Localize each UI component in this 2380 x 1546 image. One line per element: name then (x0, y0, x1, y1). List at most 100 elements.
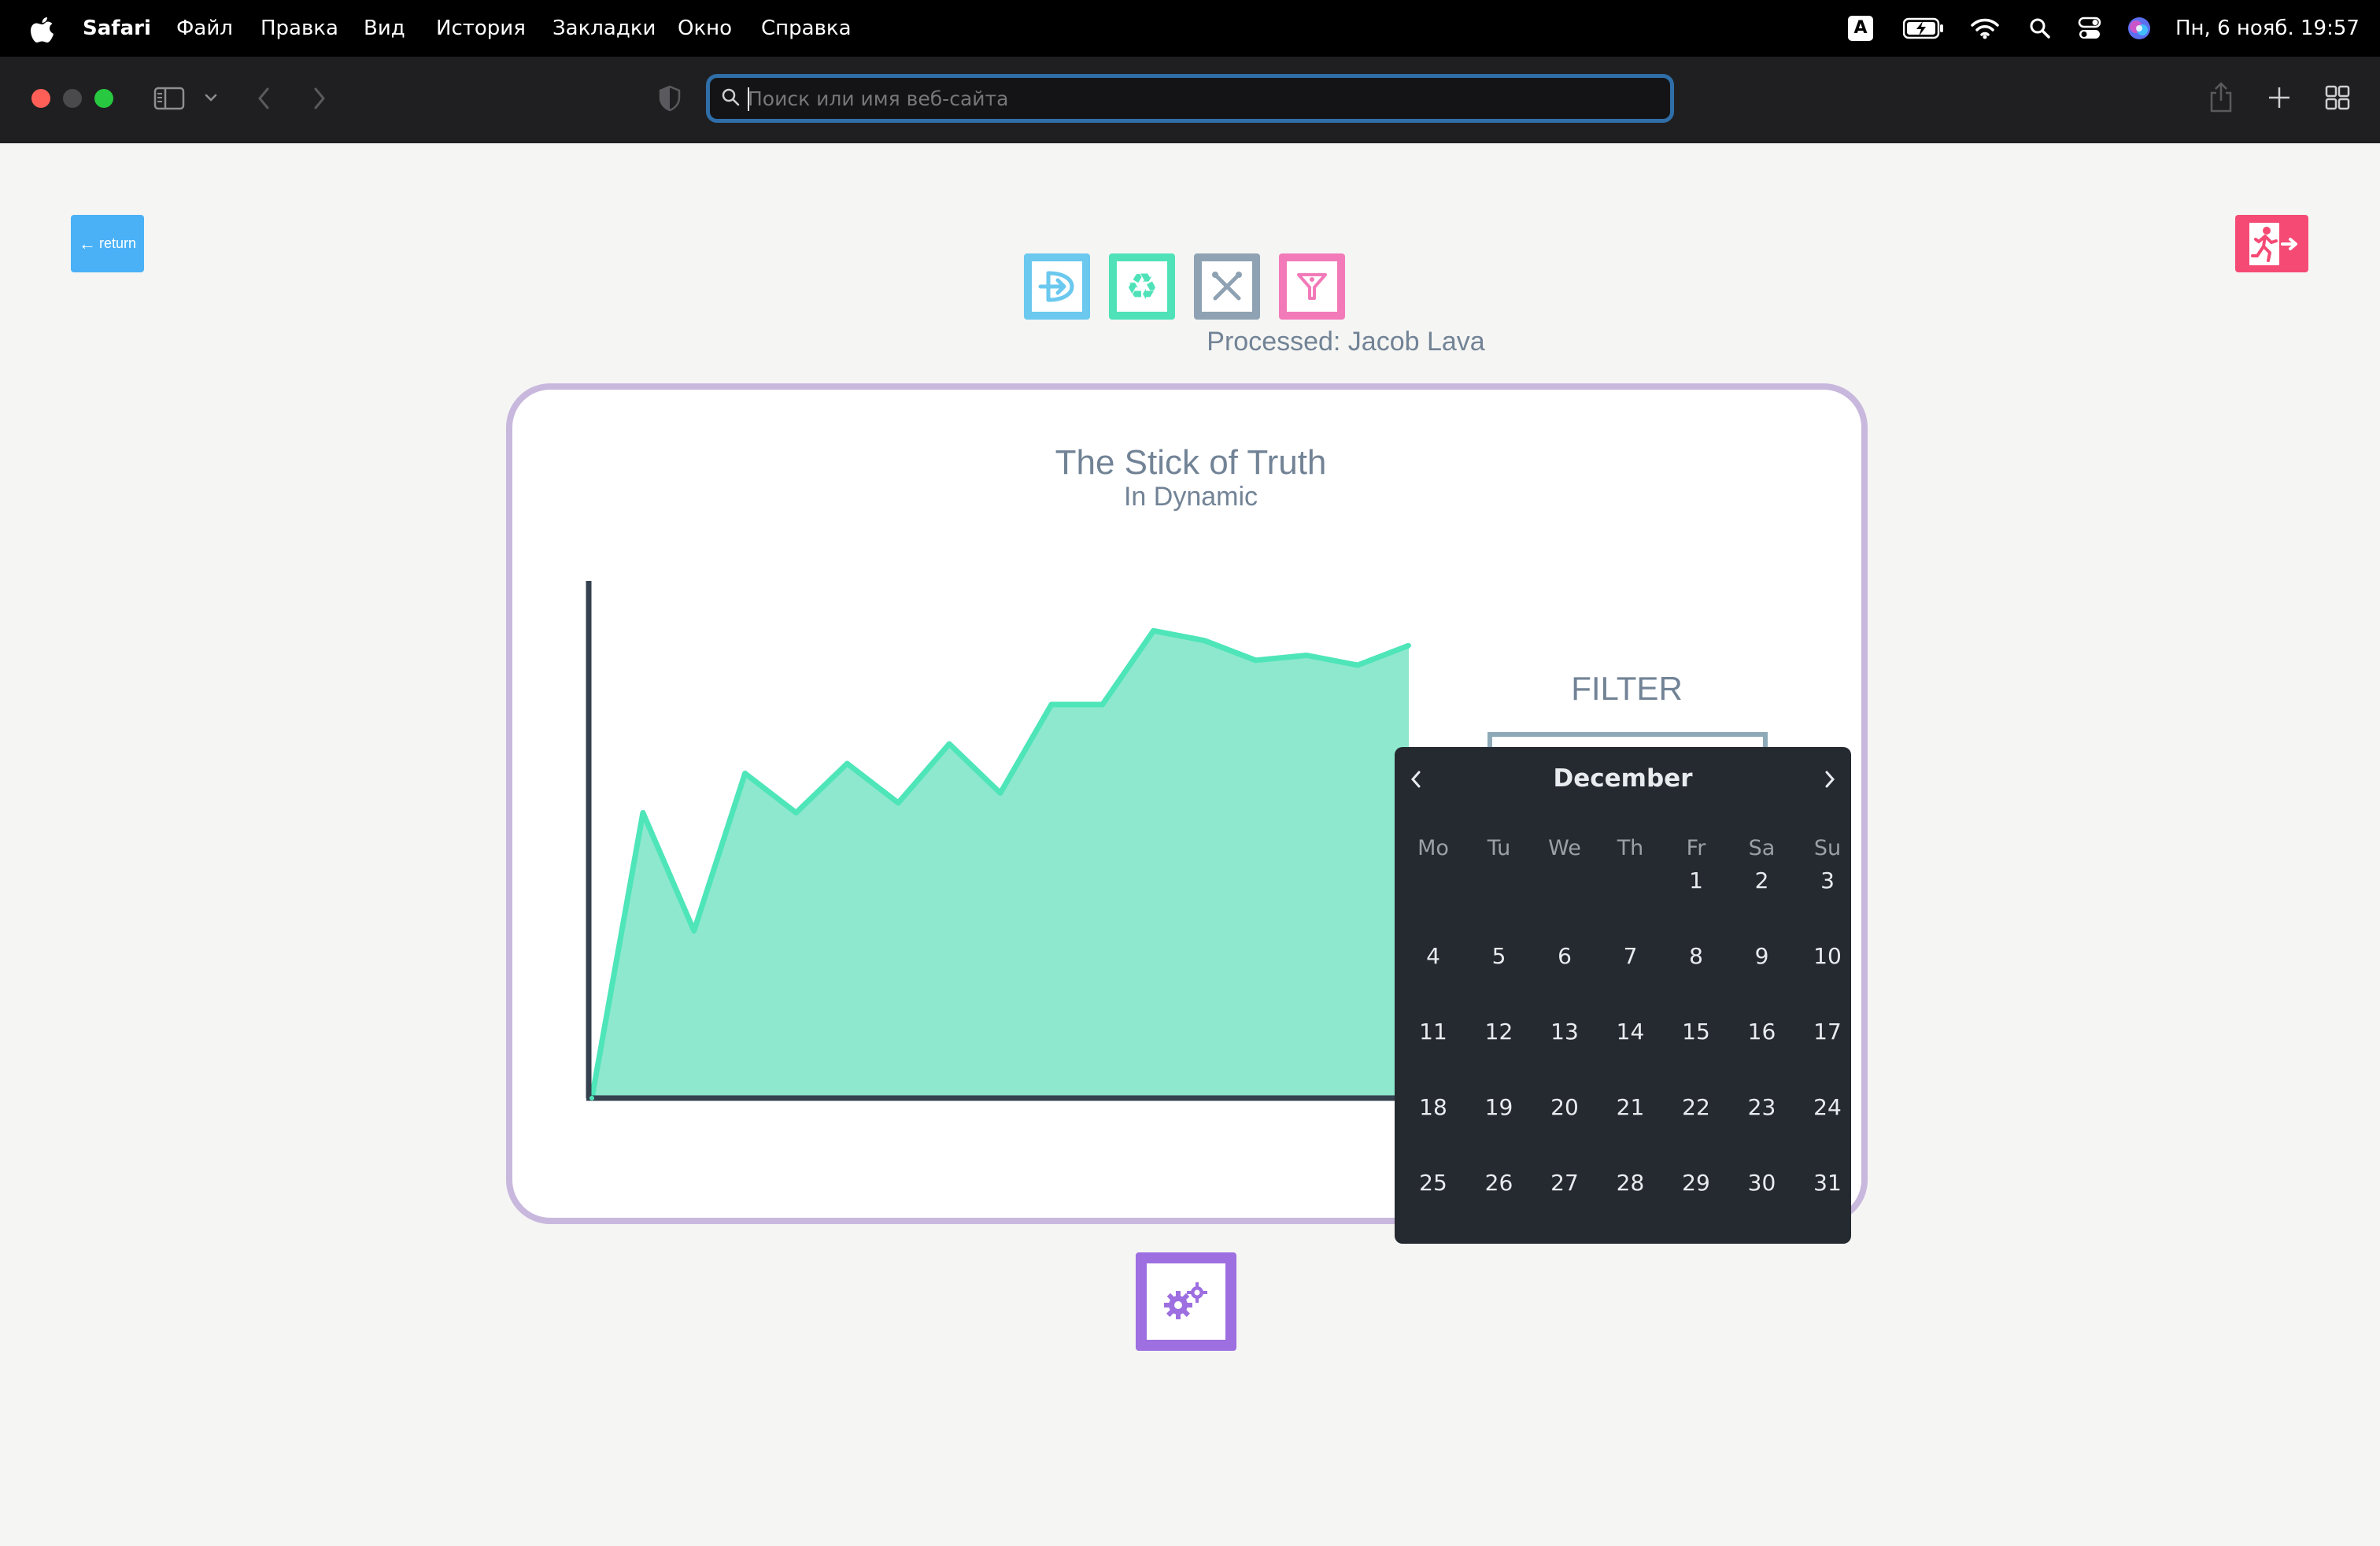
menu-app-safari[interactable]: Safari (83, 0, 151, 57)
chart-title: The Stick of Truth (1055, 443, 1327, 482)
control-center-icon[interactable] (2078, 16, 2101, 41)
chart-data-point (691, 928, 697, 934)
weekday-header: We (1548, 836, 1581, 860)
chart-data-point (589, 1096, 594, 1100)
calendar-day[interactable]: 14 (1599, 1008, 1662, 1056)
tab-overview-icon[interactable] (2325, 85, 2350, 110)
calendar-day[interactable]: 3 (1796, 857, 1859, 904)
share-icon[interactable] (2208, 82, 2234, 113)
calendar-day[interactable]: 26 (1468, 1160, 1531, 1207)
calendar-day[interactable]: 11 (1402, 1008, 1465, 1056)
calendar-day[interactable]: 6 (1533, 933, 1596, 980)
new-tab-icon[interactable] (2267, 85, 2292, 110)
menu-file[interactable]: Файл (176, 0, 233, 57)
chart-data-point (947, 742, 952, 746)
calendar-day[interactable]: 19 (1468, 1084, 1531, 1131)
window-close-button[interactable] (31, 89, 50, 108)
chart-data-point (742, 771, 748, 776)
next-month-icon[interactable] (1818, 767, 1842, 791)
chart-data-point (1048, 702, 1054, 707)
apple-logo-icon[interactable] (30, 13, 55, 44)
spotlight-search-icon[interactable] (2029, 17, 2051, 39)
chart-data-point (1304, 653, 1310, 658)
sidebar-toggle-icon[interactable] (153, 87, 185, 110)
calendar-day[interactable]: 10 (1796, 933, 1859, 980)
cross-tools-icon (1212, 272, 1242, 301)
weekday-header: Tu (1487, 836, 1511, 860)
filter-label: FILTER (1571, 670, 1683, 707)
calendar-day[interactable]: 15 (1665, 1008, 1728, 1056)
address-input[interactable] (748, 78, 1653, 119)
search-icon (722, 88, 740, 106)
back-icon[interactable] (253, 85, 274, 112)
tool-button-cut[interactable] (1194, 253, 1260, 320)
tool-button-filter[interactable] (1279, 253, 1345, 320)
calendar-day[interactable]: 31 (1796, 1160, 1859, 1207)
calendar-day[interactable]: 2 (1731, 857, 1794, 904)
chart-data-point (1202, 638, 1207, 643)
battery-icon[interactable] (1903, 17, 1944, 39)
menu-bookmarks[interactable]: Закладки (552, 0, 656, 57)
calendar-day[interactable]: 30 (1731, 1160, 1794, 1207)
calendar-day[interactable]: 1 (1665, 857, 1728, 904)
chart-data-point (640, 810, 645, 816)
menu-edit[interactable]: Правка (261, 0, 338, 57)
chart-subtitle: In Dynamic (1123, 482, 1258, 512)
import-arrow-icon (1038, 271, 1074, 302)
wifi-icon[interactable] (1971, 17, 1999, 39)
privacy-shield-icon[interactable] (658, 85, 682, 112)
chart-data-point (793, 810, 799, 816)
gears-icon (1164, 1282, 1207, 1319)
calendar-day[interactable]: 4 (1402, 933, 1465, 980)
calendar-day[interactable]: 12 (1468, 1008, 1531, 1056)
window-zoom-button[interactable] (94, 89, 113, 108)
processed-by-text: Processed: Jacob Lava (1207, 327, 1485, 357)
siri-icon[interactable] (2127, 16, 2152, 41)
previous-month-icon[interactable] (1404, 767, 1428, 791)
return-button[interactable]: ← return (71, 215, 144, 272)
menu-help[interactable]: Справка (761, 0, 852, 57)
chart-data-point (1406, 643, 1411, 648)
text-caret (748, 87, 749, 111)
chart-data-point (896, 801, 901, 805)
calendar-day[interactable]: 23 (1731, 1084, 1794, 1131)
calendar-day[interactable]: 20 (1533, 1084, 1596, 1131)
chevron-down-icon[interactable] (203, 91, 219, 104)
calendar-day[interactable]: 13 (1533, 1008, 1596, 1056)
calendar-day[interactable]: 16 (1731, 1008, 1794, 1056)
calendar-day[interactable]: 9 (1731, 933, 1794, 980)
weekday-header: Mo (1417, 836, 1449, 860)
menu-window[interactable]: Окно (678, 0, 732, 57)
calendar-day[interactable]: 29 (1665, 1160, 1728, 1207)
settings-button[interactable] (1136, 1252, 1236, 1351)
area-chart (586, 581, 1417, 1101)
calendar-day[interactable]: 24 (1796, 1084, 1859, 1131)
emergency-exit-icon (2249, 223, 2297, 265)
calendar-day[interactable]: 27 (1533, 1160, 1596, 1207)
arrow-left-icon: ← (78, 233, 96, 253)
menu-history[interactable]: История (436, 0, 526, 57)
calendar-day[interactable]: 8 (1665, 933, 1728, 980)
date-picker-popup: December Mo Tu We Th Fr Sa Su 1 2 3 4 5 6 7 8 9 10 11 12 1… (1395, 747, 1851, 1244)
calendar-day[interactable]: 7 (1599, 933, 1662, 980)
input-source-indicator[interactable]: A (1848, 0, 1876, 57)
calendar-day[interactable]: 25 (1402, 1160, 1465, 1207)
chart-data-point (1151, 628, 1156, 634)
menu-view[interactable]: Вид (364, 0, 405, 57)
calendar-day[interactable]: 17 (1796, 1008, 1859, 1056)
chart-data-point (1355, 663, 1361, 668)
exit-button[interactable] (2235, 215, 2308, 272)
calendar-day[interactable]: 22 (1665, 1084, 1728, 1131)
calendar-day[interactable]: 28 (1599, 1160, 1662, 1207)
tool-button-import[interactable] (1024, 253, 1090, 320)
date-picker-month: December (1553, 764, 1693, 793)
forward-icon[interactable] (309, 85, 330, 112)
address-bar[interactable] (706, 74, 1674, 123)
calendar-day[interactable]: 5 (1468, 933, 1531, 980)
tool-button-recycle[interactable]: ♻ (1109, 253, 1175, 320)
chart-data-point (1253, 657, 1258, 663)
menubar-clock[interactable]: Пн, 6 нояб. 19:57 (2175, 0, 2360, 57)
window-minimize-button[interactable] (63, 89, 82, 108)
calendar-day[interactable]: 21 (1599, 1084, 1662, 1131)
calendar-day[interactable]: 18 (1402, 1084, 1465, 1131)
